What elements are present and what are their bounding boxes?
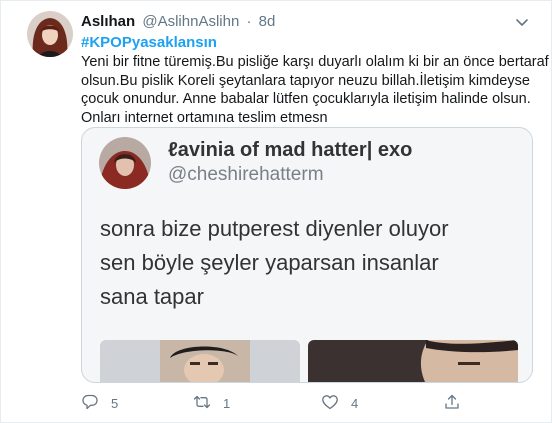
heart-icon xyxy=(321,393,339,414)
quoted-tweet-card[interactable]: ℓavinia of mad hatter| exo @cheshirehatt… xyxy=(81,127,533,383)
tweet-card[interactable]: Aslıhan @AslihnAslihn · 8d #KPOPyasaklan… xyxy=(0,0,552,423)
hashtag-link[interactable]: #KPOPyasaklansın xyxy=(81,34,217,52)
quoted-photo xyxy=(308,340,518,382)
reply-button[interactable]: 5 xyxy=(81,393,118,413)
like-count: 4 xyxy=(351,395,359,411)
share-button[interactable] xyxy=(443,393,461,413)
author-avatar[interactable] xyxy=(27,11,73,57)
chevron-down-icon[interactable] xyxy=(513,13,531,31)
retweet-button[interactable]: 1 xyxy=(193,393,230,413)
quoted-photo xyxy=(100,340,300,382)
share-icon xyxy=(443,393,461,414)
tweet-text: Yeni bir fitne türemiş.Bu pisliğe karşı … xyxy=(81,53,549,127)
tweet-timestamp[interactable]: 8d xyxy=(259,13,276,30)
like-button[interactable]: 4 xyxy=(321,393,358,413)
tweet-actions: 5 1 4 xyxy=(81,393,481,413)
tweet-text-line: olsun.Bu pislik Koreli şeytanlara tapıyo… xyxy=(81,72,530,89)
quoted-avatar xyxy=(99,137,151,189)
tweet-text-line: çocuk onundur. Anne babalar lütfen çocuk… xyxy=(81,91,531,107)
quoted-text-line: sonra bize putperest diyenler oluyor xyxy=(100,216,449,241)
author-name[interactable]: Aslıhan xyxy=(81,13,135,30)
reply-icon xyxy=(81,393,99,414)
quoted-author-name: ℓavinia of mad hatter| exo xyxy=(168,139,413,161)
author-handle[interactable]: @AslihnAslihn xyxy=(142,13,239,30)
separator-dot: · xyxy=(246,13,252,30)
tweet-text-line: Yeni bir fitne türemiş.Bu pisliğe karşı … xyxy=(81,54,549,70)
retweet-count: 1 xyxy=(223,395,231,411)
quoted-author-handle: @cheshirehatterm xyxy=(168,164,324,185)
tweet-text-line: Onları internet ortamına teslim etmesn xyxy=(81,109,328,126)
tweet-header: Aslıhan @AslihnAslihn · 8d xyxy=(81,12,531,32)
retweet-icon xyxy=(193,393,211,414)
quoted-text: sonra bize putperest diyenler oluyor sen… xyxy=(100,212,520,314)
reply-count: 5 xyxy=(111,395,119,411)
quoted-text-line: sana tapar xyxy=(100,284,204,309)
quoted-text-line: sen böyle şeyler yaparsan insanlar xyxy=(100,250,439,275)
